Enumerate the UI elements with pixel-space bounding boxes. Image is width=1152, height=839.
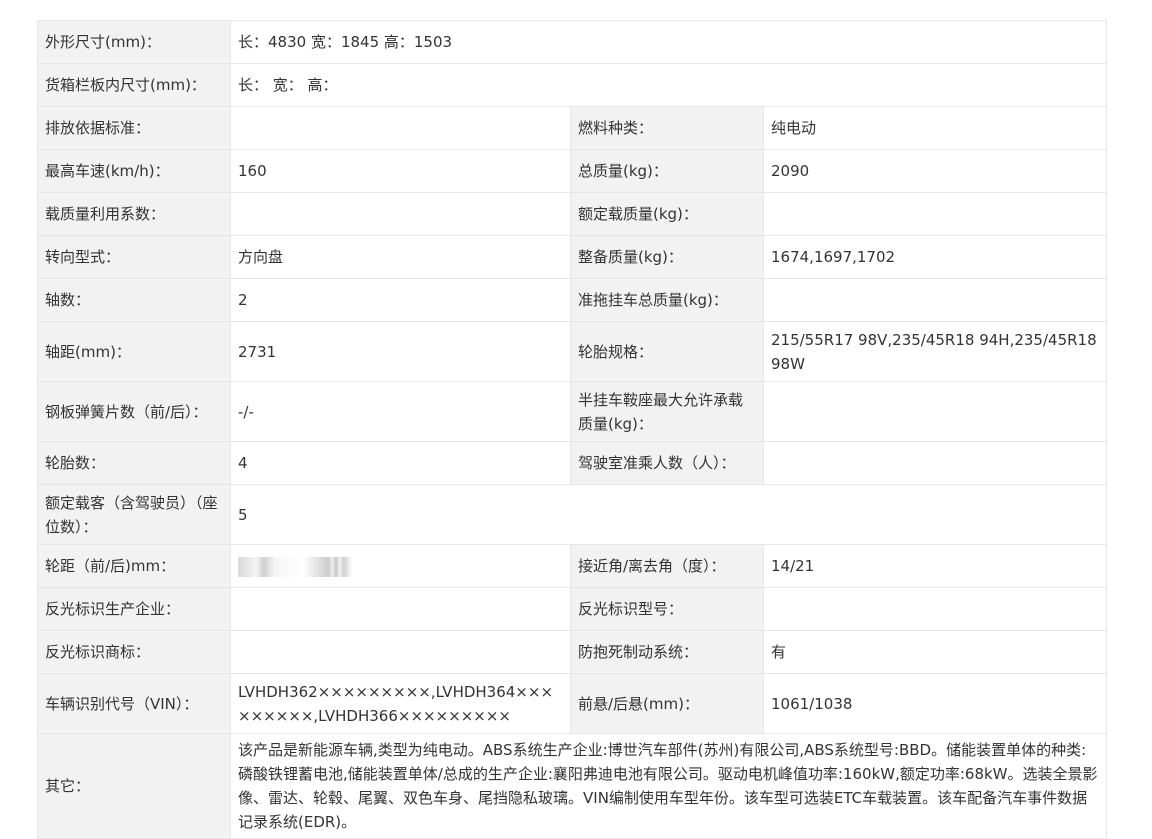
value-saddle-load [762, 381, 1108, 442]
value-axle-count: 2 [230, 278, 571, 322]
label-max-speed: 最高车速(km/h)： [37, 149, 231, 193]
value-overhang: 1061/1038 [762, 673, 1108, 734]
value-tire-spec: 215/55R17 98V,235/45R18 94H,235/45R18 98… [762, 321, 1108, 382]
label-cargo-box-dimensions: 货箱栏板内尺寸(mm)： [37, 63, 231, 107]
vehicle-spec-table: 外形尺寸(mm)： 长：4830 宽：1845 高：1503 货箱栏板内尺寸(m… [37, 20, 1108, 839]
label-vin: 车辆识别代号（VIN）： [37, 673, 231, 734]
table-row: 货箱栏板内尺寸(mm)： 长： 宽： 高： [37, 63, 1108, 107]
table-row: 钢板弹簧片数（前/后）： -/- 半挂车鞍座最大允许承载质量(kg)： [37, 381, 1108, 442]
value-approach-departure-angle: 14/21 [762, 544, 1108, 588]
value-track-width [230, 544, 571, 588]
value-dimensions: 长：4830 宽：1845 高：1503 [229, 20, 1108, 64]
label-fuel-type: 燃料种类： [570, 106, 764, 150]
table-row: 轮胎数： 4 驾驶室准乘人数（人）： [37, 441, 1108, 485]
table-row: 额定载客（含驾驶员）（座位数）： 5 [37, 484, 1108, 545]
value-tire-count: 4 [230, 441, 571, 485]
value-cargo-box-dimensions: 长： 宽： 高： [229, 63, 1108, 107]
table-row: 反光标识商标： 防抱死制动系统： 有 [37, 630, 1108, 674]
value-emission-standard [230, 106, 571, 150]
table-row: 轴距(mm)： 2731 轮胎规格： 215/55R17 98V,235/45R… [37, 321, 1108, 382]
table-row: 排放依据标准： 燃料种类： 纯电动 [37, 106, 1108, 150]
value-fuel-type: 纯电动 [762, 106, 1108, 150]
label-wheelbase: 轴距(mm)： [37, 321, 231, 382]
value-wheelbase: 2731 [230, 321, 571, 382]
label-cab-capacity: 驾驶室准乘人数（人）： [570, 441, 764, 485]
label-steering-type: 转向型式： [37, 235, 231, 279]
table-row: 转向型式： 方向盘 整备质量(kg)： 1674,1697,1702 [37, 235, 1108, 279]
label-gross-mass: 总质量(kg)： [570, 149, 764, 193]
label-load-utilization: 载质量利用系数： [37, 192, 231, 236]
value-vin: LVHDH362×××××××××,LVHDH364×××××××××,LVHD… [230, 673, 571, 734]
table-row: 轮距（前/后)mm： 接近角/离去角（度）： 14/21 [37, 544, 1108, 588]
label-emission-standard: 排放依据标准： [37, 106, 231, 150]
value-trailer-mass [762, 278, 1108, 322]
table-row: 载质量利用系数： 额定载质量(kg)： [37, 192, 1108, 236]
table-row: 轴数： 2 准拖挂车总质量(kg)： [37, 278, 1108, 322]
table-row: 外形尺寸(mm)： 长：4830 宽：1845 高：1503 [37, 20, 1108, 64]
value-load-utilization [230, 192, 571, 236]
label-tire-spec: 轮胎规格： [570, 321, 764, 382]
value-gross-mass: 2090 [762, 149, 1108, 193]
label-approach-departure-angle: 接近角/离去角（度）： [570, 544, 764, 588]
value-leaf-springs: -/- [230, 381, 571, 442]
table-row: 车辆识别代号（VIN）： LVHDH362×××××××××,LVHDH364×… [37, 673, 1108, 734]
table-row: 反光标识生产企业： 反光标识型号： [37, 587, 1108, 631]
value-abs: 有 [762, 630, 1108, 674]
label-saddle-load: 半挂车鞍座最大允许承载质量(kg)： [570, 381, 764, 442]
label-trailer-mass: 准拖挂车总质量(kg)： [570, 278, 764, 322]
value-other: 该产品是新能源车辆,类型为纯电动。ABS系统生产企业:博世汽车部件(苏州)有限公… [229, 733, 1108, 839]
value-reflector-brand [230, 630, 571, 674]
label-other: 其它： [37, 733, 231, 839]
label-rated-passengers: 额定载客（含驾驶员）（座位数）： [37, 484, 231, 545]
label-reflector-brand: 反光标识商标： [37, 630, 231, 674]
table-row: 最高车速(km/h)： 160 总质量(kg)： 2090 [37, 149, 1108, 193]
label-curb-weight: 整备质量(kg)： [570, 235, 764, 279]
label-rated-load: 额定载质量(kg)： [570, 192, 764, 236]
label-reflector-model: 反光标识型号： [570, 587, 764, 631]
label-track-width: 轮距（前/后)mm： [37, 544, 231, 588]
value-curb-weight: 1674,1697,1702 [762, 235, 1108, 279]
label-leaf-springs: 钢板弹簧片数（前/后）： [37, 381, 231, 442]
value-rated-load [762, 192, 1108, 236]
redacted-value [238, 556, 423, 577]
label-overhang: 前悬/后悬(mm)： [570, 673, 764, 734]
value-steering-type: 方向盘 [230, 235, 571, 279]
label-tire-count: 轮胎数： [37, 441, 231, 485]
label-axle-count: 轴数： [37, 278, 231, 322]
value-reflector-maker [230, 587, 571, 631]
label-dimensions: 外形尺寸(mm)： [37, 20, 231, 64]
value-max-speed: 160 [230, 149, 571, 193]
value-cab-capacity [762, 441, 1108, 485]
label-abs: 防抱死制动系统： [570, 630, 764, 674]
table-row: 其它： 该产品是新能源车辆,类型为纯电动。ABS系统生产企业:博世汽车部件(苏州… [37, 733, 1108, 839]
label-reflector-maker: 反光标识生产企业： [37, 587, 231, 631]
value-rated-passengers: 5 [229, 484, 1108, 545]
value-reflector-model [762, 587, 1108, 631]
